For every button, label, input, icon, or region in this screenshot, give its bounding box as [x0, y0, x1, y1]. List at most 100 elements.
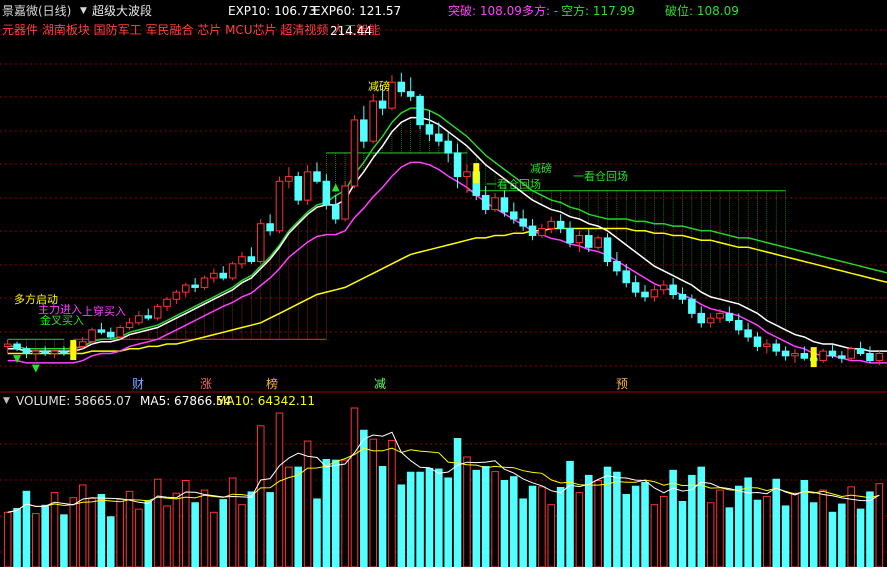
- volume-bar-down: [566, 460, 574, 567]
- candle-down: [266, 223, 274, 232]
- candle-up: [350, 119, 359, 187]
- volume-bar-down: [472, 469, 481, 567]
- short-label: 空方: 117.99: [561, 4, 635, 18]
- volume-bar-up: [594, 480, 602, 567]
- volume-bar-down: [678, 500, 687, 567]
- volume-bar-up: [575, 492, 584, 567]
- candle-down: [107, 331, 115, 338]
- candle-down: [481, 194, 490, 211]
- volume-bar-up: [341, 459, 349, 567]
- volume-bar-down: [519, 498, 527, 567]
- candle-down: [425, 124, 434, 135]
- volume-bar-up: [547, 504, 556, 567]
- candle-down: [641, 291, 649, 298]
- volume-bar-down: [734, 485, 743, 567]
- volume-bar-up: [275, 412, 284, 567]
- candle-up: [491, 197, 499, 211]
- signal-arrow: [331, 183, 340, 192]
- volume-bar-down: [584, 474, 593, 567]
- volume-bar-up: [706, 502, 715, 567]
- volume-bar-down: [772, 478, 780, 567]
- volume-bar-down: [435, 468, 443, 567]
- candle-down: [772, 343, 780, 352]
- candle-down: [556, 220, 565, 229]
- candle-up: [78, 341, 87, 347]
- volume-bar-down: [397, 484, 406, 567]
- candle-down: [406, 91, 415, 97]
- candle-up: [763, 343, 771, 347]
- event-reduce[interactable]: 减: [374, 377, 386, 391]
- volume-bar-down: [800, 480, 809, 567]
- volume-bar-down: [97, 493, 106, 567]
- volume-bar-down: [613, 471, 621, 567]
- volume-bar-down: [556, 487, 565, 567]
- volume-bar-up: [238, 504, 246, 567]
- event-list[interactable]: 榜: [266, 377, 278, 391]
- volume-bar-down: [444, 477, 452, 567]
- chart-canvas[interactable]: [0, 0, 887, 567]
- candle-down: [435, 133, 443, 142]
- candle-down: [697, 312, 706, 324]
- stock-title: 景嘉微(日线): [2, 4, 72, 18]
- candle-up: [594, 237, 602, 248]
- volume-bar-down: [631, 485, 640, 567]
- volume-bar-down: [603, 466, 612, 567]
- volume-bar-up: [88, 497, 96, 567]
- candle-up: [285, 176, 293, 182]
- annotation-reposition-1: 一看仓回场: [486, 178, 541, 191]
- candle-up: [819, 350, 827, 362]
- event-forecast[interactable]: 预: [616, 377, 628, 391]
- candle-down: [631, 282, 640, 293]
- candle-down: [744, 329, 752, 338]
- event-finance[interactable]: 财: [132, 377, 144, 391]
- candle-down: [500, 197, 509, 213]
- candle-down: [828, 350, 837, 357]
- candle-up: [650, 289, 659, 298]
- candle-up: [228, 263, 237, 279]
- candle-down: [378, 100, 387, 109]
- candle-down: [584, 235, 593, 248]
- candle-up: [303, 171, 312, 201]
- candle-down: [313, 171, 321, 182]
- candle-up: [659, 284, 668, 291]
- event-limit-up[interactable]: 涨: [200, 377, 212, 391]
- volume-bar-up: [463, 456, 471, 567]
- candle-down: [688, 298, 696, 314]
- candle-up: [153, 305, 162, 319]
- volume-bar-down: [191, 502, 199, 567]
- candle-up: [706, 317, 715, 324]
- collapse-icon[interactable]: ▼: [80, 4, 87, 18]
- exp60-label: EXP60: 121.57: [313, 4, 402, 18]
- volume-bar-up: [153, 478, 162, 567]
- signal-arrow: [31, 364, 40, 373]
- volume-bar-down: [528, 485, 537, 567]
- volume-bar-up: [3, 511, 12, 567]
- volume-label: VOLUME: 58665.07: [16, 394, 132, 408]
- volume-bar-down: [41, 504, 49, 567]
- candle-down: [144, 315, 153, 319]
- volume-collapse-icon[interactable]: ▼: [3, 394, 10, 408]
- volume-bar-down: [425, 467, 434, 567]
- volume-bar-up: [388, 439, 396, 567]
- candle-up: [3, 343, 12, 347]
- volume-bar-down: [828, 511, 837, 567]
- volume-bar-down: [219, 499, 228, 567]
- volume-bar-down: [669, 469, 677, 567]
- candle-up: [210, 272, 218, 279]
- volume-bar-down: [744, 477, 752, 567]
- volume-bar-up: [303, 440, 312, 567]
- candle-up: [172, 291, 181, 300]
- candle-up: [125, 322, 134, 329]
- volume-bar-up: [285, 466, 293, 567]
- volume-bar-down: [641, 481, 649, 567]
- volume-bar-down: [725, 507, 734, 567]
- indicator-name: 超级大波段: [92, 4, 153, 18]
- volume-bar-down: [378, 466, 387, 567]
- volume-bar-up: [819, 489, 827, 567]
- candle-down: [603, 237, 612, 262]
- candle-up: [875, 352, 884, 362]
- candle-down: [397, 81, 406, 93]
- annotation-reduce-1: 减磅: [368, 80, 390, 93]
- volume-bar-down: [809, 502, 818, 567]
- candle-down: [838, 355, 846, 359]
